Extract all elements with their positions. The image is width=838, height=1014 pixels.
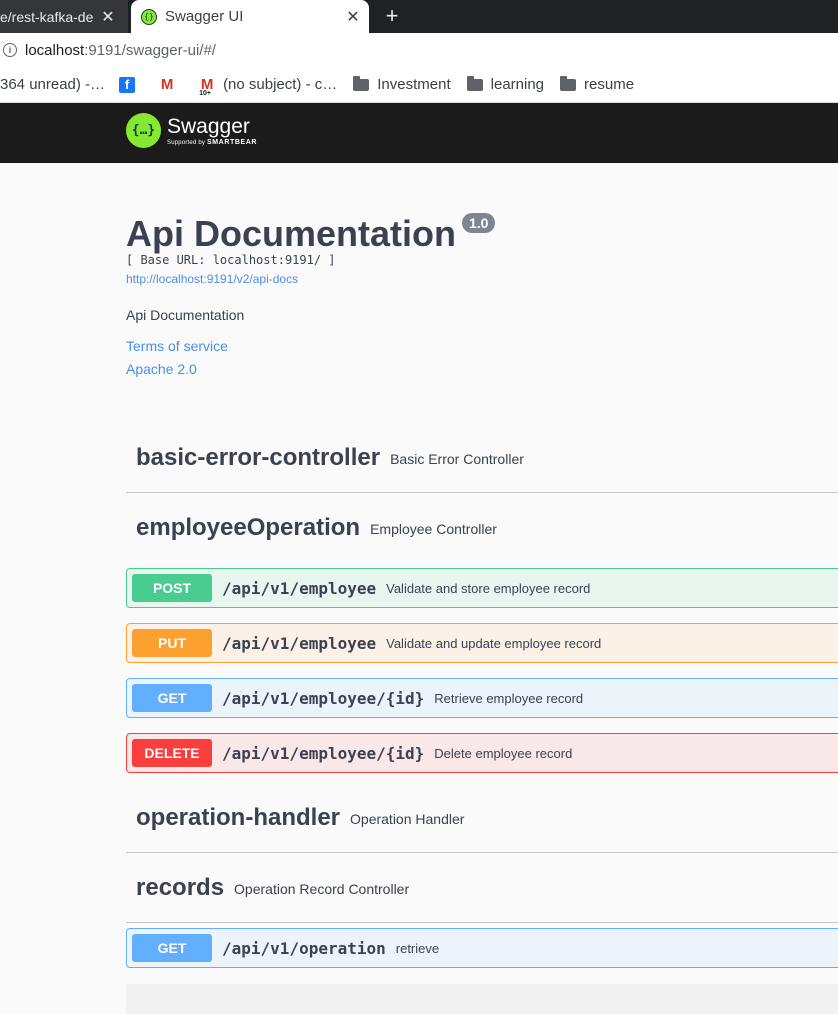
operation-path: /api/v1/employee/{id}	[222, 688, 425, 708]
operation-summary: Validate and update employee record	[386, 635, 602, 651]
operation-get-operation[interactable]: GET /api/v1/operation retrieve	[126, 928, 838, 968]
folder-icon	[560, 75, 577, 91]
browser-tab-rest-kafka[interactable]: e/rest-kafka-de ✕	[0, 0, 128, 33]
next-tag-partial	[126, 984, 838, 1014]
method-badge: GET	[132, 934, 212, 962]
base-url: [ Base URL: localhost:9191/ ]	[126, 253, 336, 267]
tag-name: operation-handler	[136, 803, 341, 831]
api-description: Api Documentation	[126, 307, 245, 323]
tag-records[interactable]: records Operation Record Controller	[126, 853, 838, 923]
tab-title: Swagger UI	[165, 8, 244, 25]
browser-tab-strip: e/rest-kafka-de ✕ {} Swagger UI ✕ +	[0, 0, 838, 33]
folder-icon	[466, 75, 483, 91]
url-host: localhost	[25, 41, 85, 59]
bookmark-resume[interactable]: resume	[560, 75, 635, 93]
tag-description: Employee Controller	[370, 521, 497, 537]
bookmark-mail[interactable]: 364 unread) -…	[0, 76, 105, 93]
version-badge: 1.0	[462, 213, 496, 233]
logo-sub: Supported by SMARTBEAR	[167, 139, 257, 146]
logo-name: Swagger	[167, 114, 250, 138]
bookmark-label: resume	[584, 76, 635, 93]
operation-summary: Retrieve employee record	[434, 690, 584, 706]
bookmark-label: 364 unread) -…	[0, 76, 106, 93]
operation-path: /api/v1/employee	[222, 633, 377, 653]
address-bar[interactable]: i localhost:9191/swagger-ui/#/	[0, 33, 838, 67]
bookmark-learning[interactable]: learning	[466, 75, 545, 93]
operation-get-employee-by-id[interactable]: GET /api/v1/employee/{id} Retrieve emplo…	[126, 678, 838, 718]
bookmarks-bar: 364 unread) -… f M M 10+ (no subject) - c…	[0, 67, 838, 103]
bookmark-investment[interactable]: Investment	[353, 75, 451, 93]
swagger-logo[interactable]: {…} Swagger Supported by SMARTBEAR	[126, 113, 257, 148]
operation-path: /api/v1/operation	[222, 938, 386, 958]
close-icon[interactable]: ✕	[98, 7, 118, 27]
method-badge: DELETE	[132, 739, 212, 767]
gmail-icon: M	[160, 76, 174, 93]
terms-of-service-link[interactable]: Terms of service	[126, 338, 228, 354]
tab-title: e/rest-kafka-de	[0, 8, 94, 25]
logo-sub-brand: SMARTBEAR	[206, 138, 258, 146]
tag-name: employeeOperation	[136, 514, 361, 541]
tag-description: Operation Record Controller	[234, 880, 410, 897]
operation-summary: Validate and store employee record	[386, 580, 591, 596]
new-tab-button[interactable]: +	[381, 5, 403, 27]
logo-sub-prefix: Supported by	[167, 139, 206, 146]
swagger-logo-icon: {…}	[126, 113, 161, 148]
swagger-topbar: {…} Swagger Supported by SMARTBEAR	[0, 103, 838, 163]
gmail-count-badge: 10+	[199, 89, 211, 97]
tag-employee-operation[interactable]: employeeOperation Employee Controller	[126, 493, 838, 563]
title-row: Api Documentation 1.0	[126, 213, 496, 255]
tag-description: Operation Handler	[350, 810, 465, 827]
operation-delete-employee[interactable]: DELETE /api/v1/employee/{id} Delete empl…	[126, 733, 838, 773]
operation-put-employee[interactable]: PUT /api/v1/employee Validate and update…	[126, 623, 838, 663]
folder-icon	[353, 75, 370, 91]
operation-post-employee[interactable]: POST /api/v1/employee Validate and store…	[126, 568, 838, 608]
operation-summary: Delete employee record	[434, 745, 573, 761]
tag-operation-handler[interactable]: operation-handler Operation Handler	[126, 783, 838, 853]
browser-tab-swagger[interactable]: {} Swagger UI ✕	[131, 0, 369, 33]
swagger-favicon-icon: {}	[141, 8, 157, 25]
tag-name: records	[136, 873, 225, 901]
url-path: :9191/swagger-ui/#/	[84, 41, 216, 59]
bookmark-label: learning	[490, 76, 545, 93]
method-badge: POST	[132, 574, 212, 602]
page-title: Api Documentation	[126, 213, 456, 254]
method-badge: GET	[132, 684, 212, 712]
close-icon[interactable]: ✕	[343, 7, 363, 27]
api-docs-link[interactable]: http://localhost:9191/v2/api-docs	[126, 272, 298, 286]
bookmark-no-subject[interactable]: M 10+ (no subject) - c…	[199, 76, 338, 97]
license-link[interactable]: Apache 2.0	[126, 361, 197, 377]
operation-path: /api/v1/employee/{id}	[222, 743, 425, 763]
operation-summary: retrieve	[395, 940, 440, 956]
tag-basic-error-controller[interactable]: basic-error-controller Basic Error Contr…	[126, 423, 838, 493]
gmail-count-icon: M 10+	[199, 76, 214, 97]
bookmark-label: Investment	[377, 76, 451, 93]
method-badge: PUT	[132, 629, 212, 657]
info-icon[interactable]: i	[3, 43, 17, 57]
facebook-icon: f	[119, 76, 136, 93]
url-text[interactable]: localhost:9191/swagger-ui/#/	[25, 42, 216, 59]
bookmark-gmail[interactable]: M	[159, 76, 183, 93]
tag-description: Basic Error Controller	[390, 450, 524, 467]
bookmark-label: (no subject) - c…	[223, 76, 338, 93]
operation-path: /api/v1/employee	[222, 578, 377, 598]
tag-name: basic-error-controller	[136, 443, 381, 471]
swagger-logo-text: Swagger Supported by SMARTBEAR	[167, 114, 257, 146]
bookmark-facebook[interactable]: f	[119, 76, 143, 93]
